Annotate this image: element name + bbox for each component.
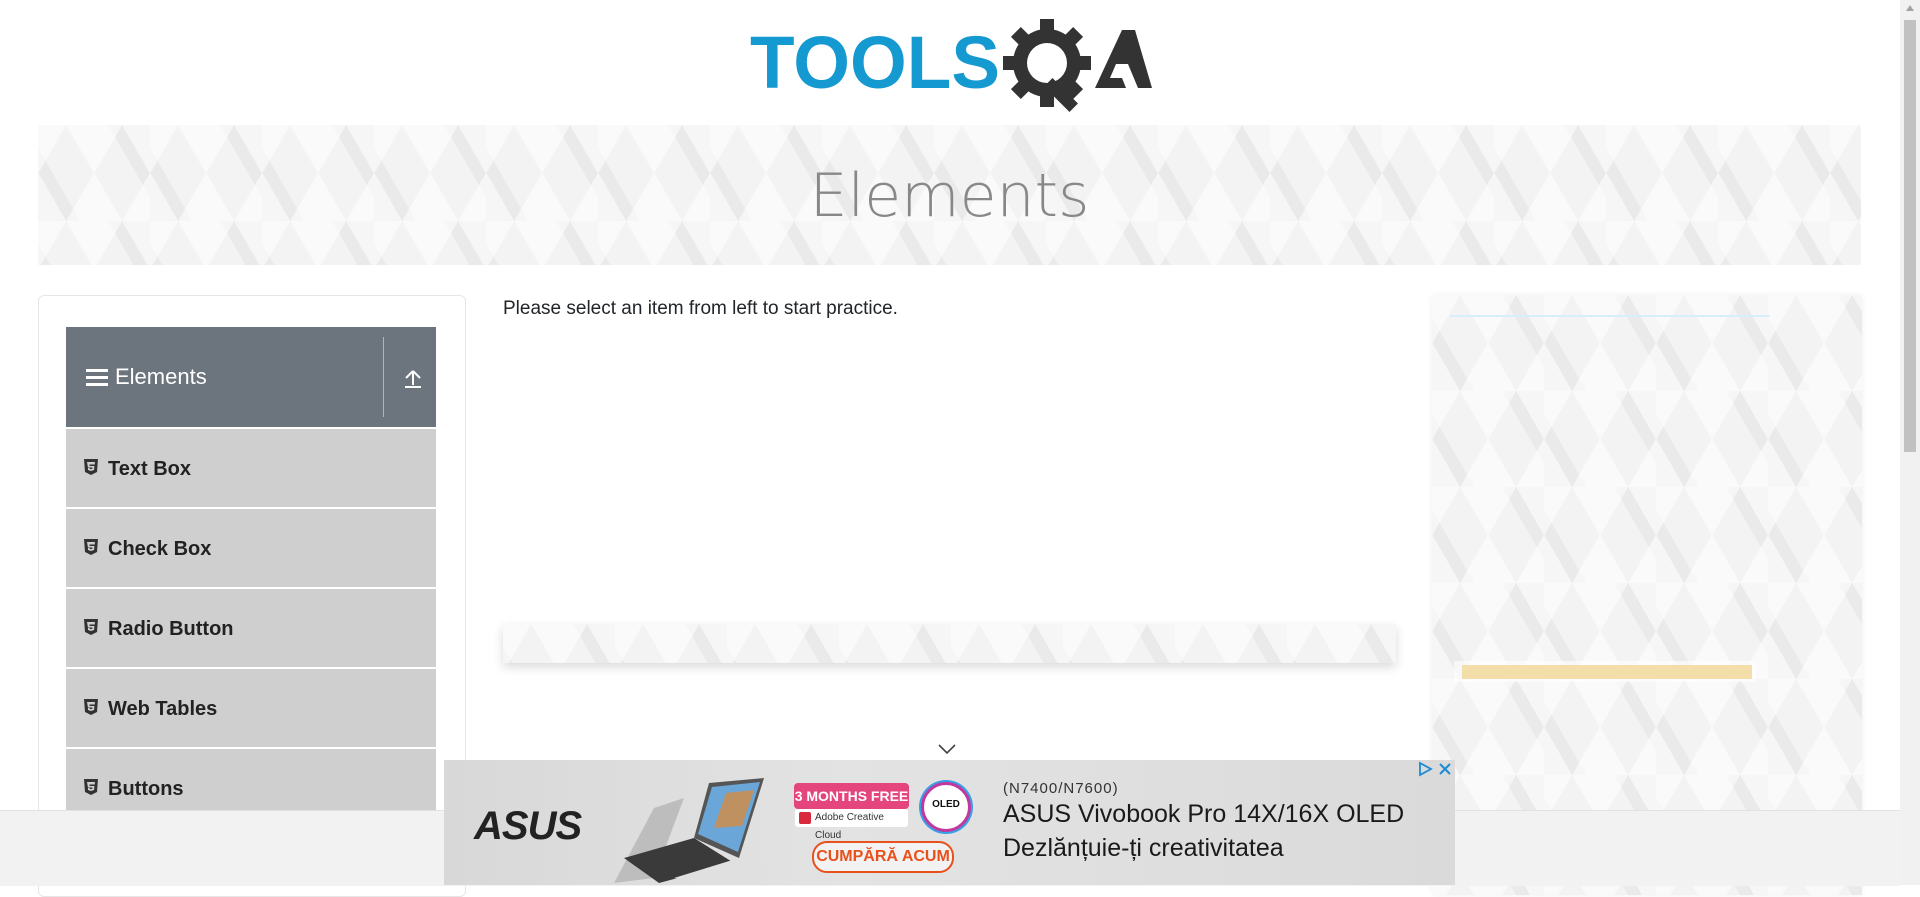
hamburger-icon <box>86 369 108 386</box>
instruction-text: Please select an item from left to start… <box>503 298 898 319</box>
elements-group-header[interactable]: Elements <box>66 327 436 427</box>
collapse-up-icon[interactable] <box>404 369 422 389</box>
page-banner: Elements <box>38 125 1861 265</box>
adobe-icon <box>799 812 811 824</box>
laptop-image <box>614 778 779 883</box>
page-title: Elements <box>809 161 1090 231</box>
menu-item-check-box[interactable]: Check Box <box>66 509 436 587</box>
oled-label: OLED <box>932 799 960 810</box>
svg-text:TOOLS: TOOLS <box>750 21 1000 104</box>
menu-item-text-box[interactable]: Text Box <box>66 429 436 507</box>
menu-item-label: Buttons <box>108 778 184 800</box>
chevron-down-icon[interactable] <box>937 743 957 755</box>
ad-title: ASUS Vivobook Pro 14X/16X OLED <box>1003 800 1405 828</box>
scrollbar-thumb[interactable] <box>1904 20 1916 452</box>
html5-icon <box>84 619 98 635</box>
ad-tagline: Dezlănțuie-ți creativitatea <box>1003 834 1284 862</box>
html5-icon <box>84 699 98 715</box>
ad-placeholder-bar <box>1462 665 1752 679</box>
ad-placeholder-strip <box>503 624 1396 663</box>
menu-item-label: Radio Button <box>108 618 234 640</box>
ad-model: (N7400/N7600) <box>1003 780 1119 797</box>
adobe-badge: Adobe Creative Cloud <box>795 809 908 841</box>
html5-icon <box>84 459 98 475</box>
right-ad-panel <box>1432 295 1862 895</box>
menu-item-web-tables[interactable]: Web Tables <box>66 669 436 747</box>
menu-item-label: Web Tables <box>108 698 218 720</box>
left-sidebar: Elements Text Box Check Box Radio Button… <box>38 295 466 897</box>
divider <box>383 337 384 417</box>
menu-item-radio-button[interactable]: Radio Button <box>66 589 436 667</box>
scroll-up-arrow-icon[interactable] <box>1905 4 1915 12</box>
group-title: Elements <box>115 364 207 389</box>
bottom-ad-banner[interactable]: ASUS 3 MONTHS FREE Adobe Creative Cloud … <box>444 760 1455 885</box>
buy-now-button[interactable]: CUMPĂRĂ ACUM <box>812 841 954 873</box>
oled-badge: OLED <box>921 782 971 832</box>
html5-icon <box>84 779 98 795</box>
adchoices-icon[interactable] <box>1417 761 1433 777</box>
adobe-label: Adobe Creative Cloud <box>815 812 884 841</box>
vertical-scrollbar[interactable] <box>1900 0 1920 885</box>
elements-menu: Text Box Check Box Radio Button Web Tabl… <box>66 429 436 829</box>
html5-icon <box>84 539 98 555</box>
toolsqa-logo[interactable]: TOOLS <box>750 18 1154 114</box>
promo-badge: 3 MONTHS FREE <box>794 783 909 809</box>
ad-brand-logo: ASUS <box>474 804 582 848</box>
menu-item-label: Check Box <box>108 538 212 560</box>
close-icon[interactable] <box>1437 761 1453 777</box>
menu-item-label: Text Box <box>108 458 191 480</box>
ad-placeholder-line <box>1450 315 1770 317</box>
